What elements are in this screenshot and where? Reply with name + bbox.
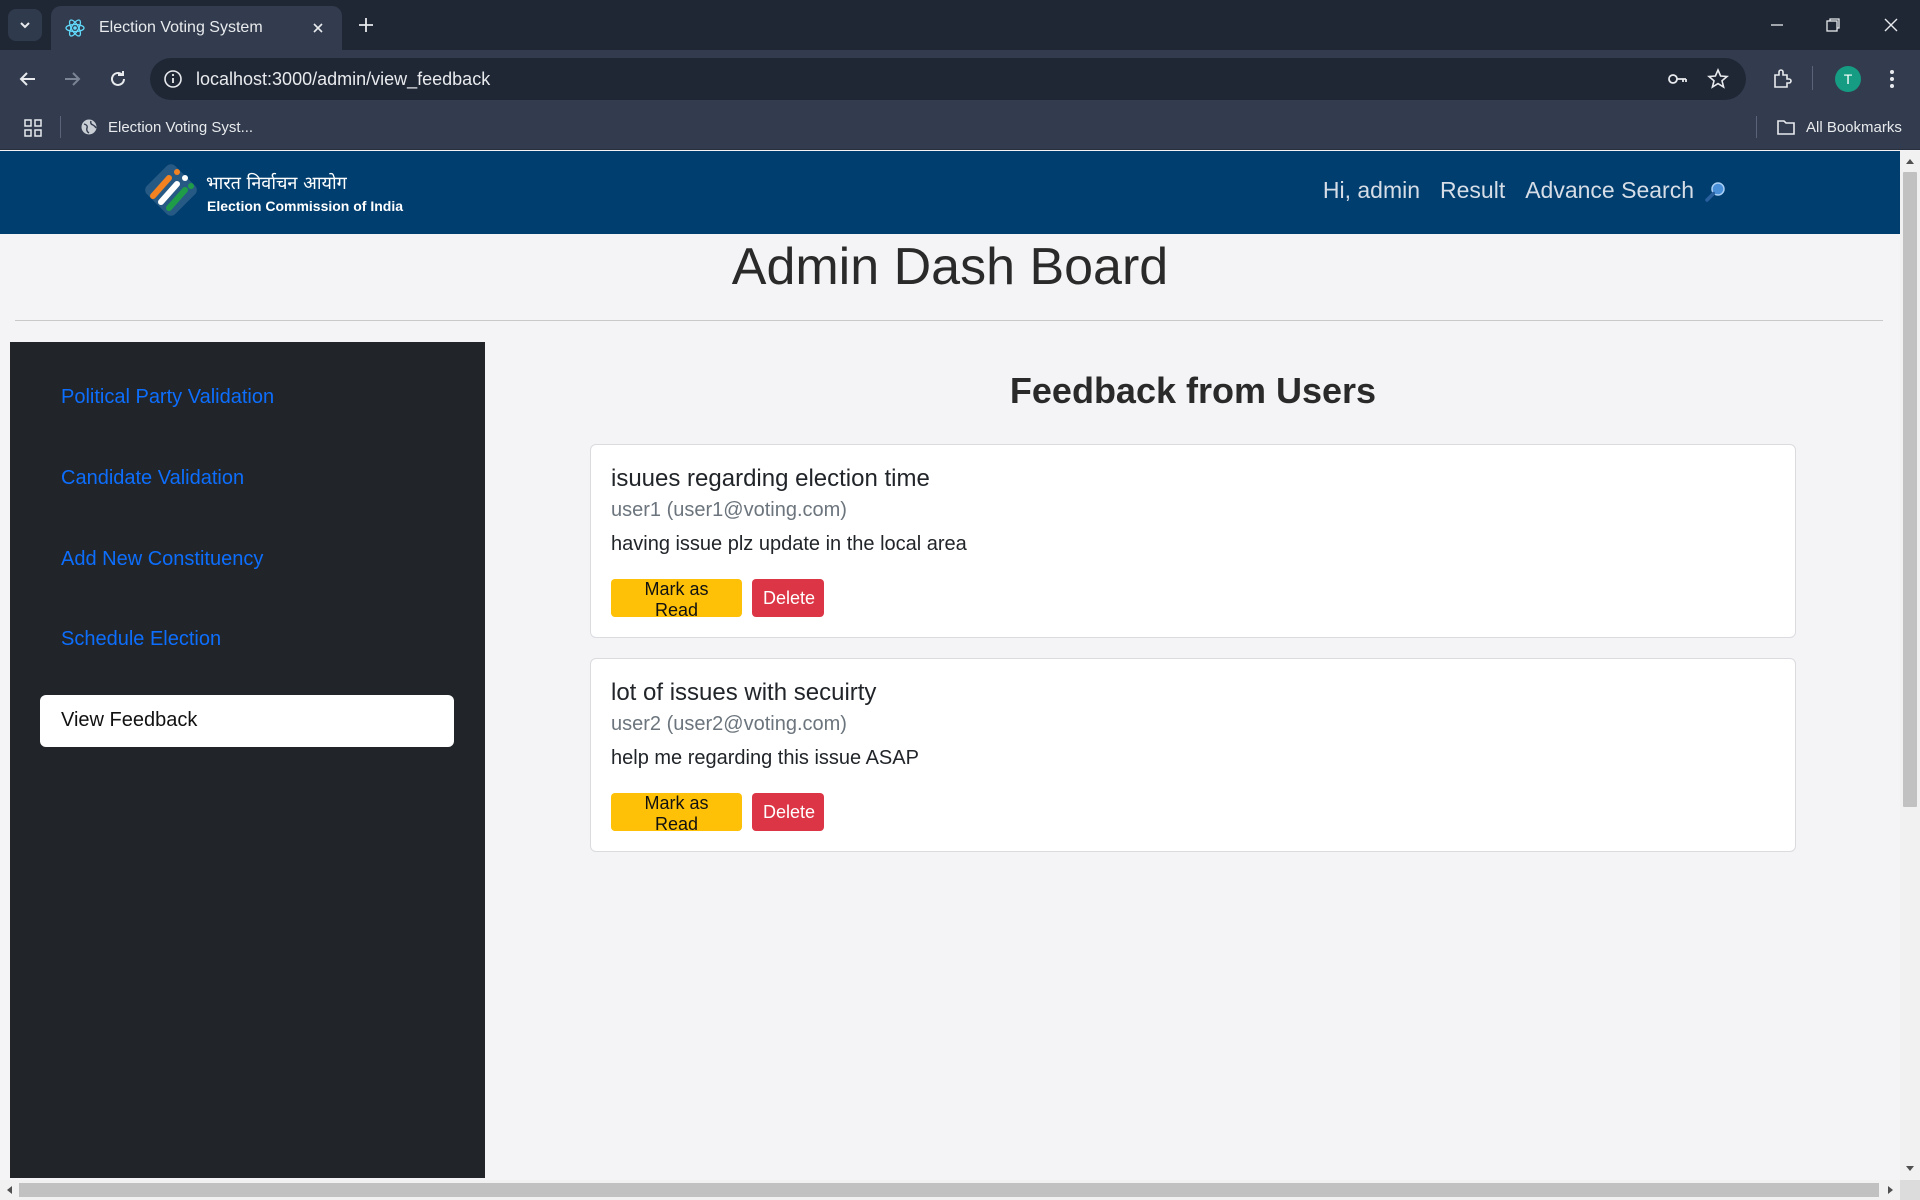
sidebar-item-view-feedback[interactable]: View Feedback [40, 695, 454, 747]
delete-button[interactable]: Delete [752, 793, 824, 831]
advance-search-label: Advance Search [1525, 177, 1694, 203]
globe-icon [80, 118, 98, 136]
header-nav: Hi, admin Result Advance Search [1303, 177, 1728, 204]
profile-avatar[interactable]: T [1835, 66, 1861, 92]
feedback-title: isuues regarding election time [611, 465, 930, 492]
magnifier-icon [1704, 180, 1728, 204]
delete-button[interactable]: Delete [752, 579, 824, 617]
all-bookmarks-button[interactable]: All Bookmarks [1776, 114, 1902, 140]
scroll-up-arrow-icon[interactable] [1900, 152, 1920, 170]
more-menu-icon[interactable] [1876, 63, 1908, 95]
bookmark-label: Election Voting Syst... [108, 118, 254, 136]
browser-tab[interactable]: Election Voting System [51, 6, 342, 50]
back-arrow-icon[interactable] [12, 63, 44, 95]
key-icon[interactable] [1666, 68, 1688, 90]
bookmark-election-voting[interactable]: Election Voting Syst... [80, 114, 253, 140]
tab-search-button[interactable] [8, 9, 42, 41]
sidebar-item-label: View Feedback [61, 709, 198, 731]
scroll-left-arrow-icon[interactable] [0, 1180, 18, 1200]
sidebar-item-candidate-validation[interactable]: Candidate Validation [61, 467, 244, 490]
logo-english-text: Election Commission of India [207, 198, 404, 214]
scroll-down-arrow-icon[interactable] [1900, 1160, 1920, 1178]
star-icon[interactable] [1707, 68, 1729, 90]
bookmarks-divider-right [1756, 116, 1757, 138]
folder-icon [1776, 118, 1796, 136]
close-window-icon[interactable] [1876, 10, 1906, 40]
all-bookmarks-label: All Bookmarks [1806, 118, 1902, 136]
feedback-message: having issue plz update in the local are… [611, 533, 967, 555]
title-divider [15, 320, 1883, 321]
bookmarks-bar [0, 108, 1920, 150]
feedback-heading: Feedback from Users [1009, 370, 1377, 411]
new-tab-icon[interactable] [354, 13, 378, 37]
scroll-right-arrow-icon[interactable] [1882, 1180, 1900, 1200]
react-icon [65, 18, 85, 38]
bookmarks-divider [60, 116, 61, 138]
feedback-author: user1 (user1@voting.com) [611, 499, 847, 521]
horizontal-scroll-thumb[interactable] [19, 1183, 1879, 1197]
apps-grid-icon[interactable] [22, 117, 44, 139]
toolbar-divider [1812, 66, 1813, 90]
result-link[interactable]: Result [1440, 177, 1505, 204]
sidebar-item-add-new-constituency[interactable]: Add New Constituency [61, 548, 263, 571]
close-tab-icon[interactable] [308, 18, 328, 38]
feedback-author: user2 (user2@voting.com) [611, 713, 847, 735]
feedback-card: isuues regarding election time user1 (us… [590, 444, 1796, 638]
url-text: localhost:3000/admin/view_feedback [196, 69, 491, 89]
advance-search-link[interactable]: Advance Search [1525, 177, 1728, 204]
sidebar-item-schedule-election[interactable]: Schedule Election [61, 628, 221, 651]
feedback-title: lot of issues with secuirty [611, 679, 877, 706]
scrollbar-corner [1900, 1180, 1920, 1200]
forward-arrow-icon[interactable] [56, 63, 88, 95]
chevron-down-icon [20, 22, 30, 29]
logo-hindi-text: भारत निर्वाचन आयोग [206, 173, 347, 194]
tab-title: Election Voting System [99, 19, 263, 36]
feedback-message: help me regarding this issue ASAP [611, 747, 919, 769]
page-title: Admin Dash Board [731, 238, 1169, 296]
address-bar[interactable]: localhost:3000/admin/view_feedback [150, 58, 1746, 100]
mark-as-read-button[interactable]: Mark as Read [611, 793, 742, 834]
reload-icon[interactable] [102, 63, 134, 95]
mark-as-read-button[interactable]: Mark as Read [611, 579, 742, 620]
site-info-icon[interactable] [162, 68, 184, 90]
feedback-card: lot of issues with secuirty user2 (user2… [590, 658, 1796, 852]
greeting-link[interactable]: Hi, admin [1323, 177, 1420, 204]
eci-logo-icon[interactable] [143, 162, 199, 218]
sidebar-item-political-party-validation[interactable]: Political Party Validation [61, 386, 274, 409]
vertical-scroll-thumb[interactable] [1903, 172, 1917, 807]
minimize-icon[interactable] [1762, 10, 1792, 40]
restore-icon[interactable] [1818, 10, 1848, 40]
extensions-icon[interactable] [1766, 63, 1798, 95]
admin-sidebar: Political Party Validation Candidate Val… [10, 342, 485, 1178]
